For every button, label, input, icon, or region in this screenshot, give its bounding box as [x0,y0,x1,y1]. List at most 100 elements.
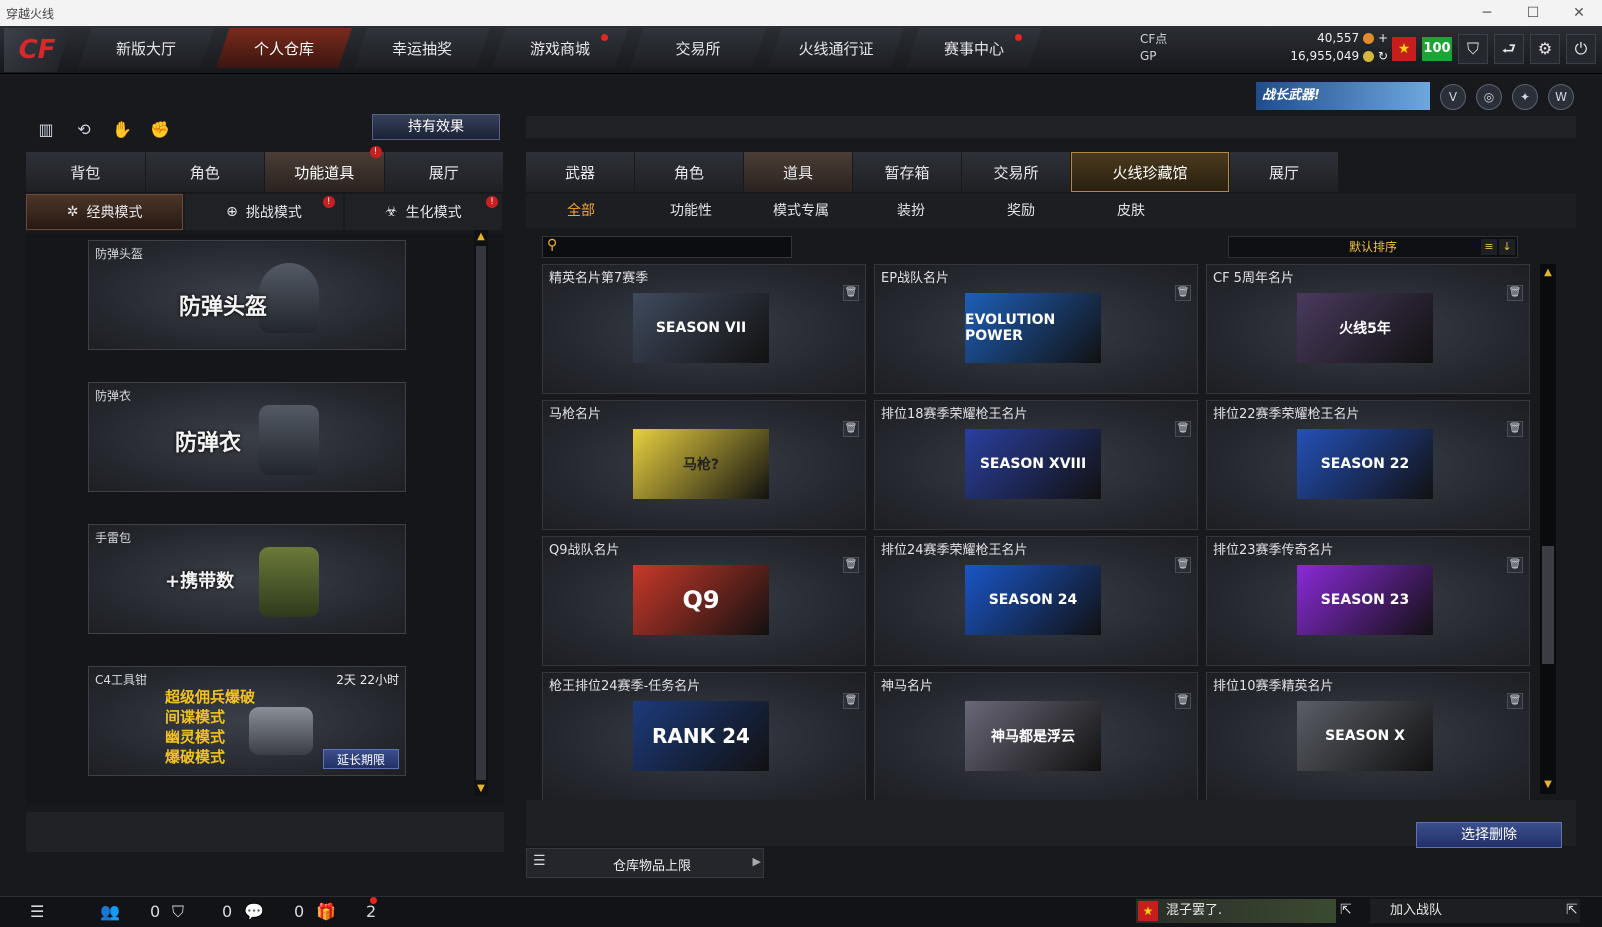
return-icon[interactable]: ⮐ [1494,34,1524,64]
tab-storage[interactable]: 暂存箱 [853,152,961,192]
subtab-skins[interactable]: 皮肤 [1076,194,1186,228]
shield-icon[interactable]: ⛉ [1458,34,1488,64]
cf-logo[interactable]: CF [4,28,70,72]
trash-icon[interactable]: 🗑 [1507,421,1523,437]
tab-exchange[interactable]: 交易所 [962,152,1070,192]
gear-icon[interactable]: ⚙ [1530,34,1560,64]
item-vest[interactable]: 防弹衣 防弹衣 [88,382,406,492]
sort-arrow-icon[interactable]: ↓ [1499,239,1515,255]
stats-icon[interactable]: ▥ [34,118,58,142]
sort-dropdown[interactable]: 默认排序 ≡ ↓ [1228,236,1518,258]
trash-icon[interactable]: 🗑 [1507,285,1523,301]
rank-star-icon[interactable]: ★ [1392,37,1416,61]
scroll-up-icon[interactable]: ▲ [1543,268,1553,278]
refresh-icon[interactable]: ↻ [1378,49,1388,63]
trash-icon[interactable]: 🗑 [1175,285,1191,301]
card-item[interactable]: Q9战队名片 🗑 Q9 [542,536,866,666]
friends-icon[interactable]: 👥 [100,902,120,921]
scroll-thumb[interactable] [1542,546,1554,664]
trash-icon[interactable]: 🗑 [1175,557,1191,573]
item-helmet[interactable]: 防弹头盔 防弹头盔 [88,240,406,350]
mode-classic[interactable]: ✲ 经典模式 [26,194,184,230]
extend-button[interactable]: 延长期限 [323,749,399,769]
bag-icon[interactable]: ✊ [148,118,172,142]
item-c4-pliers[interactable]: C4工具钳 2天 22小时 超级佣兵爆破 间谍模式 幽灵模式 爆破模式 延长期限 [88,666,406,776]
close-icon[interactable]: ✕ [1556,0,1602,26]
join-team-button[interactable]: 加入战队 [1370,899,1580,923]
subtab-functional[interactable]: 功能性 [636,194,746,228]
card-item[interactable]: EP战队名片 🗑 EVOLUTION POWER [874,264,1198,394]
right-scrollbar[interactable]: ▲ ▼ [1540,264,1556,794]
history-icon[interactable]: ⟲ [72,118,96,142]
scroll-down-icon[interactable]: ▼ [476,784,486,794]
mode-biochem[interactable]: ☣ 生化模式! [344,194,502,230]
subtab-outfit[interactable]: 装扮 [856,194,966,228]
chat-bubble-icon[interactable]: 💬 [244,902,264,921]
card-item[interactable]: 排位23赛季传奇名片 🗑 SEASON 23 [1206,536,1530,666]
tab-collection[interactable]: 火线珍藏馆 [1071,152,1229,192]
trash-icon[interactable]: 🗑 [843,285,859,301]
nav-tab-pass[interactable]: 火线通行证 [768,28,904,68]
expand-icon[interactable]: ⇱ [1566,902,1578,918]
add-icon[interactable]: + [1378,31,1388,45]
nav-tab-exchange[interactable]: 交易所 [630,28,766,68]
tab-hall[interactable]: 展厅 [1230,152,1338,192]
emblem-icon[interactable]: V [1440,84,1466,110]
scroll-up-icon[interactable]: ▲ [476,232,486,242]
scroll-thumb[interactable] [476,246,486,780]
card-item[interactable]: 枪王排位24赛季-任务名片 🗑 RANK 24 [542,672,866,802]
badge-icon[interactable]: ✦ [1512,84,1538,110]
trash-icon[interactable]: 🗑 [843,421,859,437]
list-icon[interactable]: ≡ [1481,239,1497,255]
item-grenade-pack[interactable]: 手雷包 +携带数 [88,524,406,634]
tab-showroom[interactable]: 展厅 [384,152,503,192]
subtab-mode-exclusive[interactable]: 模式专属 [746,194,856,228]
trash-icon[interactable]: 🗑 [1175,421,1191,437]
weapon-banner[interactable]: 战长武器! [1256,82,1430,110]
card-item[interactable]: 神马名片 🗑 神马都是浮云 [874,672,1198,802]
maximize-icon[interactable]: ☐ [1510,0,1556,26]
search-input[interactable]: ⚲ [542,236,792,258]
nav-tab-events[interactable]: 赛事中心 [906,28,1042,68]
wings-icon[interactable]: W [1548,84,1574,110]
tab-backpack[interactable]: 背包 [26,152,145,192]
chat-input[interactable]: ★ 混子罢了. [1136,899,1336,923]
card-item[interactable]: 马枪名片 🗑 马枪? [542,400,866,530]
storage-capacity-button[interactable]: ☰ 仓库物品上限 ▶ [526,848,764,878]
mode-challenge[interactable]: ⊕ 挑战模式! [185,194,343,230]
card-item[interactable]: CF 5周年名片 🗑 火线5年 [1206,264,1530,394]
tab-roles[interactable]: 角色 [635,152,743,192]
left-scrollbar[interactable]: ▲ ▼ [474,230,488,796]
card-item[interactable]: 排位22赛季荣耀枪王名片 🗑 SEASON 22 [1206,400,1530,530]
minimize-icon[interactable]: ─ [1464,0,1510,26]
subtab-all[interactable]: 全部 [526,194,636,228]
menu-icon[interactable]: ☰ [30,902,44,921]
card-item[interactable]: 排位18赛季荣耀枪王名片 🗑 SEASON XVIII [874,400,1198,530]
globe-icon[interactable]: ◎ [1476,84,1502,110]
select-delete-button[interactable]: 选择删除 [1416,822,1562,848]
nav-tab-lottery[interactable]: 幸运抽奖 [354,28,490,68]
trash-icon[interactable]: 🗑 [1175,693,1191,709]
expand-icon[interactable]: ⇱ [1340,902,1352,918]
hand-icon[interactable]: ✋ [110,118,134,142]
nav-tab-lobby[interactable]: 新版大厅 [78,28,214,68]
trash-icon[interactable]: 🗑 [1507,557,1523,573]
power-icon[interactable]: ⏻ [1566,34,1596,64]
card-item[interactable]: 排位10赛季精英名片 🗑 SEASON X [1206,672,1530,802]
nav-tab-shop[interactable]: 游戏商城 [492,28,628,68]
shield-small-icon[interactable]: ⛉ [172,902,184,922]
card-item[interactable]: 排位24赛季荣耀枪王名片 🗑 SEASON 24 [874,536,1198,666]
effect-button[interactable]: 持有效果 [372,114,500,140]
tab-functional-items[interactable]: 功能道具! [265,146,384,192]
tab-weapons[interactable]: 武器 [526,152,634,192]
nav-tab-warehouse[interactable]: 个人仓库 [216,28,352,68]
card-item[interactable]: 精英名片第7赛季 🗑 SEASON VII [542,264,866,394]
subtab-rewards[interactable]: 奖励 [966,194,1076,228]
trash-icon[interactable]: 🗑 [1507,693,1523,709]
scroll-down-icon[interactable]: ▼ [1543,780,1553,790]
trash-icon[interactable]: 🗑 [843,557,859,573]
tab-character[interactable]: 角色 [145,152,264,192]
tab-props[interactable]: 道具 [744,152,852,192]
gift-icon[interactable]: 🎁 [316,902,336,921]
trash-icon[interactable]: 🗑 [843,693,859,709]
